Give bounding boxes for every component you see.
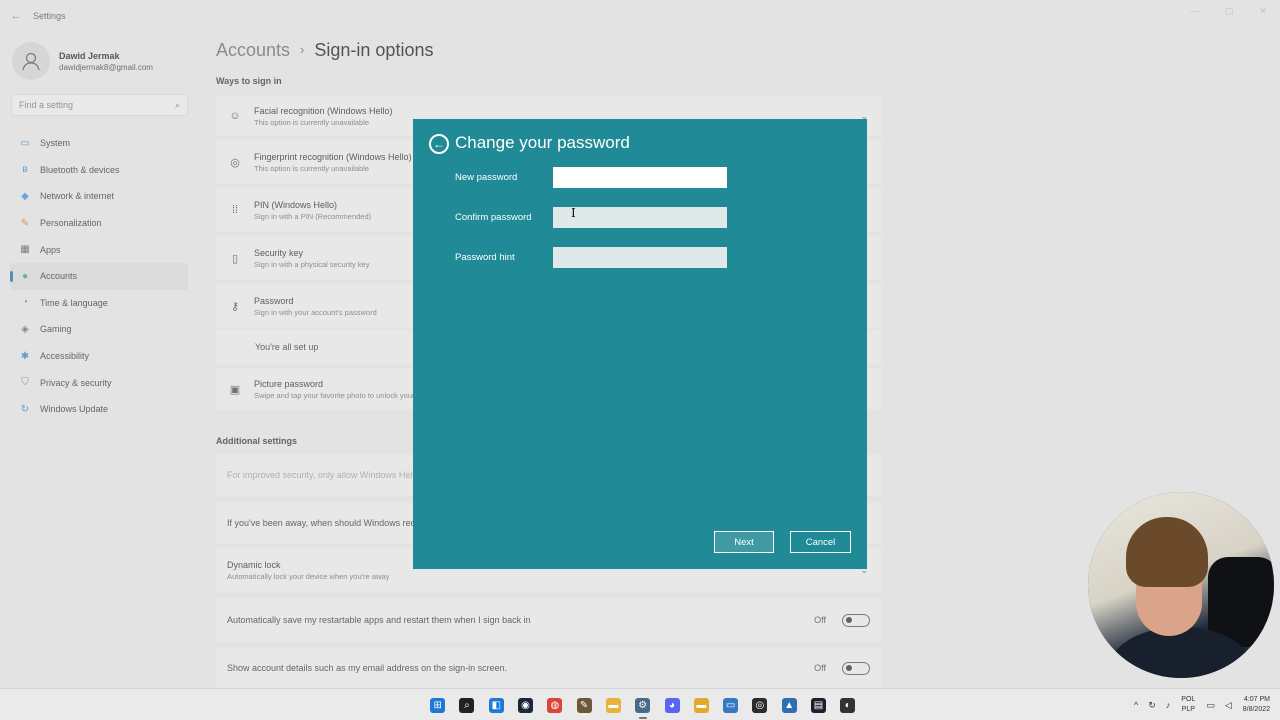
confirm-password-field[interactable]	[553, 207, 727, 228]
keyboard-layout: PLP	[1181, 706, 1195, 713]
clock-date: 8/8/2022	[1242, 706, 1270, 713]
obs-icon[interactable]: ◎	[745, 693, 774, 717]
confirm-password-label: Confirm password	[455, 212, 532, 223]
chrome-icon-glyph: ◍	[547, 697, 563, 713]
paint-icon[interactable]: ✎	[569, 693, 598, 717]
task-view-icon[interactable]: ◧	[482, 693, 511, 717]
new-password-field[interactable]	[553, 167, 727, 188]
system-tray: ^ ↻ ♪ POL PLP ▭ ◁ 4:07 PM 8/8/2022	[1129, 689, 1280, 720]
cancel-button[interactable]: Cancel	[790, 531, 851, 553]
file-explorer-icon-glyph: ▬	[605, 697, 621, 713]
app-icon[interactable]: ▤	[804, 693, 833, 717]
change-password-dialog: ← Change your password New password Conf…	[413, 119, 867, 569]
tray-app-icon[interactable]: ↻	[1148, 700, 1156, 711]
search-icon-glyph: ⌕	[459, 697, 475, 713]
clock[interactable]: 4:07 PM 8/8/2022	[1243, 695, 1270, 715]
language-code: POL	[1181, 696, 1196, 703]
password-hint-field[interactable]	[553, 247, 727, 268]
clock-time: 4:07 PM	[1243, 696, 1270, 703]
new-password-label: New password	[455, 172, 518, 183]
webcam-overlay	[1088, 492, 1274, 678]
start-icon[interactable]: ⊞	[423, 693, 452, 717]
paint-icon-glyph: ✎	[576, 697, 592, 713]
file-explorer-icon[interactable]: ▬	[599, 693, 628, 717]
folder-icon-glyph: ▬	[693, 697, 709, 713]
volume-icon[interactable]: ◁	[1225, 700, 1232, 711]
start-icon-glyph: ⊞	[430, 697, 446, 713]
task-view-icon-glyph: ◧	[488, 697, 504, 713]
remote-desktop-icon[interactable]: ▭	[716, 693, 745, 717]
photos-icon[interactable]: ▲	[775, 693, 804, 717]
obs-icon-glyph: ◎	[752, 697, 768, 713]
discord-icon-glyph: ◕	[664, 697, 680, 713]
folder-icon[interactable]: ▬	[687, 693, 716, 717]
chrome-icon[interactable]: ◍	[540, 693, 569, 717]
taskbar: ⊞ ⌕ ◧ ◉ ◍ ✎ ▬ ⚙ ◕ ▬ ▭ ◎ ▲ ▤ ◐ ^ ↻ ♪ POL PLP ▭ ◁ 4:07 P…	[0, 688, 1280, 720]
microphone-icon[interactable]: ♪	[1166, 700, 1171, 710]
language-indicator[interactable]: POL PLP	[1181, 695, 1195, 715]
settings-gear-icon[interactable]: ⚙	[628, 693, 657, 719]
notification-app-icon-glyph: ◐	[840, 697, 856, 713]
dialog-title: Change your password	[455, 133, 630, 152]
search-icon[interactable]: ⌕	[452, 693, 481, 717]
network-icon[interactable]: ▭	[1206, 700, 1215, 711]
app-icon-glyph: ▤	[811, 697, 826, 713]
discord-icon[interactable]: ◕	[657, 693, 686, 717]
text-cursor-icon: I	[571, 206, 576, 220]
taskbar-icons: ⊞ ⌕ ◧ ◉ ◍ ✎ ▬ ⚙ ◕ ▬ ▭ ◎ ▲ ▤ ◐	[423, 693, 862, 719]
photos-icon-glyph: ▲	[781, 697, 797, 713]
steam-icon-glyph: ◉	[518, 697, 534, 713]
remote-desktop-icon-glyph: ▭	[723, 697, 739, 713]
next-button[interactable]: Next	[714, 531, 774, 553]
steam-icon[interactable]: ◉	[511, 693, 540, 717]
notification-app-icon[interactable]: ◐	[833, 693, 862, 717]
settings-gear-icon-glyph: ⚙	[635, 697, 651, 713]
dialog-back-arrow-icon[interactable]: ←	[429, 134, 449, 154]
tray-chevron-icon[interactable]: ^	[1134, 700, 1138, 710]
webcam-hair	[1126, 517, 1208, 587]
password-hint-label: Password hint	[455, 252, 515, 263]
